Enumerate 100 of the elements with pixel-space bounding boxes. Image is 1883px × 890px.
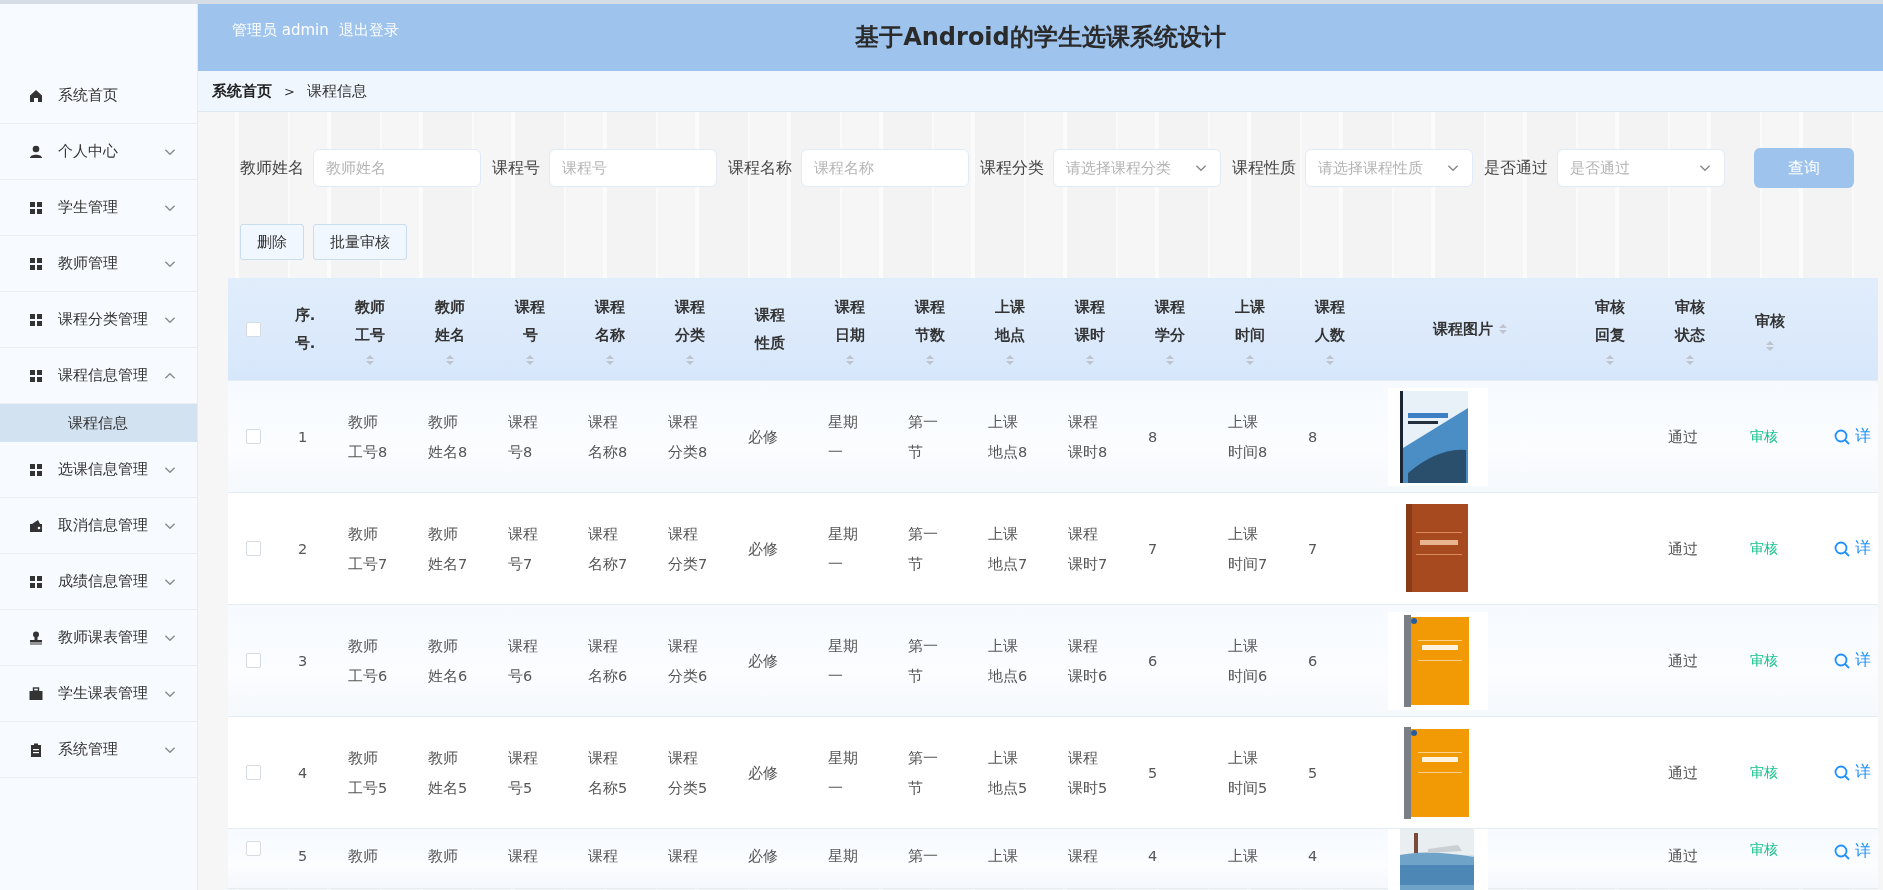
column-header: 课程性质 (754, 306, 786, 353)
table-cell-text: 通过 (1667, 763, 1699, 783)
action-button[interactable]: 批量审核 (313, 224, 407, 260)
table-cell-text: 教师工号5 (347, 748, 389, 798)
sort-icon[interactable] (686, 355, 694, 365)
column-header: 课程人数 (1314, 298, 1346, 345)
table-cell-text: 1 (297, 427, 309, 447)
table-cell-text: 6 (1307, 651, 1319, 671)
table-cell-text: 7 (1307, 539, 1319, 559)
search-icon (1834, 428, 1850, 445)
sort-icon[interactable] (606, 355, 614, 365)
sidebar-item[interactable]: 个人中心 (0, 124, 197, 180)
briefcase-icon (28, 685, 44, 702)
submenu-item[interactable]: 课程信息 (0, 404, 197, 442)
sort-icon[interactable] (926, 355, 934, 365)
table-cell-text: 课程分类7 (667, 524, 709, 574)
sidebar-item[interactable]: 取消信息管理 (0, 498, 197, 554)
grid-icon (28, 461, 44, 478)
filter-label: 教师姓名 (240, 157, 304, 179)
table-cell-text: 4 (297, 763, 309, 783)
table-cell-text: 课程 (507, 847, 539, 866)
sort-icon[interactable] (1086, 355, 1094, 365)
sort-icon[interactable] (846, 355, 854, 365)
sort-icon[interactable] (1766, 341, 1774, 351)
table-cell-text: 4 (1307, 847, 1319, 866)
table-cell-text: 课程名称6 (587, 636, 629, 686)
home-icon (28, 87, 44, 104)
checkbox[interactable] (246, 765, 261, 780)
table-cell-text: 教师工号8 (347, 412, 389, 462)
sort-icon[interactable] (1499, 324, 1507, 334)
column-header: 上课地点 (994, 298, 1026, 345)
column-header: 课程日期 (834, 298, 866, 345)
action-button[interactable]: 删除 (240, 224, 304, 260)
table-cell-text: 教师工号6 (347, 636, 389, 686)
table-cell-text: 课程课时6 (1067, 636, 1109, 686)
table-cell-text: 课程课时5 (1067, 748, 1109, 798)
grid-icon (28, 367, 44, 384)
sort-icon[interactable] (446, 355, 454, 365)
input-field[interactable]: 课程名称 (801, 149, 969, 187)
sidebar-item[interactable]: 学生课表管理 (0, 666, 197, 722)
column-header: 序.号. (293, 306, 317, 353)
sidebar-item[interactable]: 成绩信息管理 (0, 554, 197, 610)
table-cell-text: 课程号6 (507, 636, 539, 686)
sort-icon[interactable] (1166, 355, 1174, 365)
table-cell-text: 教师 (347, 847, 379, 866)
table-cell-text: 必修 (747, 847, 779, 866)
column-header: 上课时间 (1234, 298, 1266, 345)
table-cell-text: 课程分类6 (667, 636, 709, 686)
table-cell-text: 星期一 (827, 636, 859, 686)
table-cell-text: 课程名称7 (587, 524, 629, 574)
sidebar-item[interactable]: 学生管理 (0, 180, 197, 236)
checkbox[interactable] (246, 653, 261, 668)
table-cell-text: 星期一 (827, 412, 859, 462)
column-header: 课程图片 (1433, 320, 1493, 339)
table-cell-text: 必修 (747, 651, 779, 671)
sort-icon[interactable] (1006, 355, 1014, 365)
table-cell-text: 教师姓名8 (427, 412, 469, 462)
table-cell-text: 第一节 (907, 636, 939, 686)
table-cell-text: 上课 (987, 847, 1019, 866)
breadcrumb-separator: > (284, 83, 295, 99)
table-cell-text: 上课时间8 (1227, 412, 1269, 462)
checkbox[interactable] (246, 541, 261, 556)
table-cell-text: 必修 (747, 427, 779, 447)
table-cell-text: 通过 (1667, 651, 1699, 671)
sort-icon[interactable] (526, 355, 534, 365)
filter-label: 是否通过 (1484, 157, 1548, 179)
sidebar-item[interactable]: 选课信息管理 (0, 442, 197, 498)
column-header: 教师姓名 (434, 298, 466, 345)
table-cell-text: 课程名称5 (587, 748, 629, 798)
table-cell-text: 上课地点5 (987, 748, 1029, 798)
wallet-icon (28, 517, 44, 534)
column-header: 课程名称 (594, 298, 626, 345)
table-cell-text: 8 (1147, 427, 1159, 447)
sort-icon[interactable] (1606, 355, 1614, 365)
filter-label: 课程分类 (980, 157, 1044, 179)
sort-icon[interactable] (366, 355, 374, 365)
sidebar-item[interactable]: 教师管理 (0, 236, 197, 292)
search-icon (1834, 540, 1850, 557)
sidebar-item[interactable]: 系统首页 (0, 68, 197, 124)
clipboard-icon (28, 741, 44, 758)
breadcrumb-item: 课程信息 (306, 81, 367, 101)
sidebar-item[interactable]: 系统管理 (0, 722, 197, 778)
table-cell-text: 上课 (1227, 847, 1259, 866)
column-header: 教师工号 (354, 298, 386, 345)
sort-icon[interactable] (1246, 355, 1254, 365)
input-field[interactable]: 教师姓名 (313, 149, 481, 187)
checkbox[interactable] (246, 321, 261, 337)
grid-icon (28, 199, 44, 216)
sidebar-item[interactable]: 课程分类管理 (0, 292, 197, 348)
sort-icon[interactable] (1326, 355, 1334, 365)
table-cell-text: 必修 (747, 539, 779, 559)
checkbox[interactable] (246, 841, 261, 856)
sidebar-item[interactable]: 教师课表管理 (0, 610, 197, 666)
table-cell-text: 4 (1147, 847, 1159, 866)
sort-icon[interactable] (1686, 355, 1694, 365)
checkbox[interactable] (246, 429, 261, 444)
table-cell-text: 第一节 (907, 412, 939, 462)
breadcrumb-item[interactable]: 系统首页 (212, 81, 272, 101)
stamp-icon (28, 629, 44, 646)
input-field[interactable]: 课程号 (549, 149, 717, 187)
